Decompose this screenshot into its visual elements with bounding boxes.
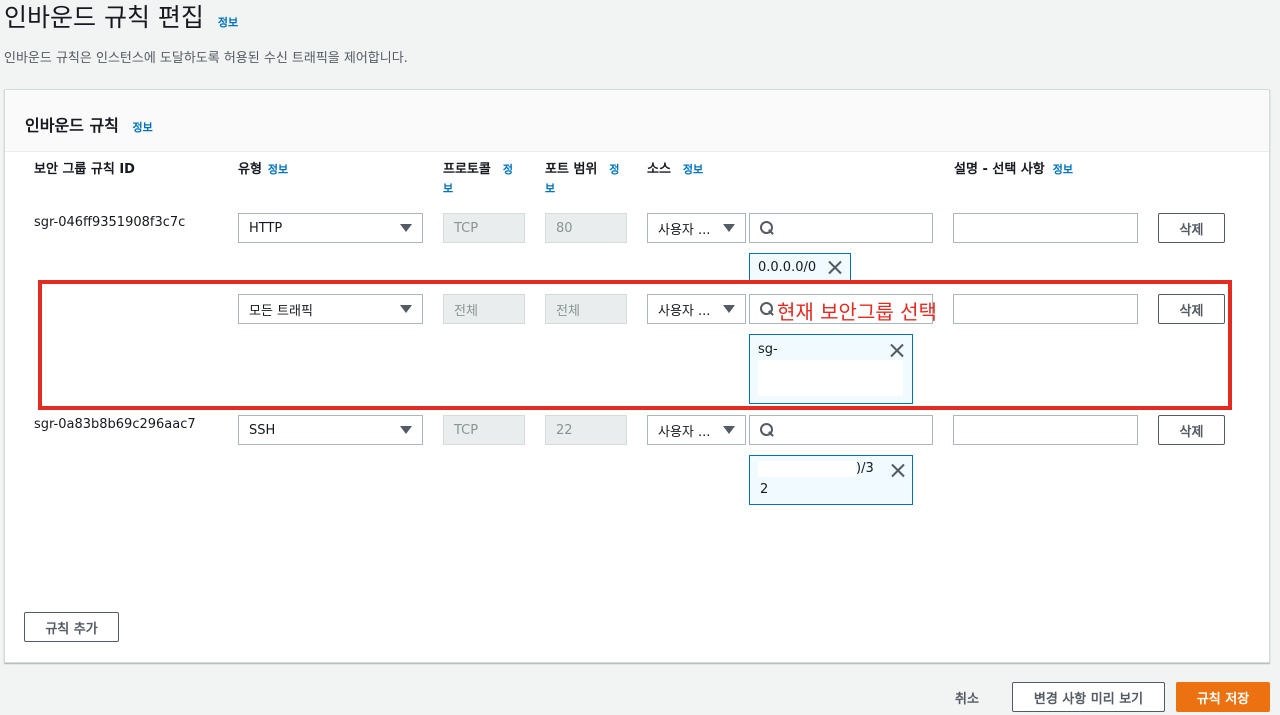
save-rules-button[interactable]: 규칙 저장	[1176, 682, 1270, 712]
column-port-label: 포트 범위	[545, 162, 598, 177]
delete-button[interactable]: 삭제	[1158, 415, 1225, 445]
preview-changes-button[interactable]: 변경 사항 미리 보기	[1012, 682, 1165, 712]
cancel-button[interactable]: 취소	[955, 688, 979, 707]
source-type-value: 사용자 ...	[658, 424, 711, 440]
type-select-value: SSH	[249, 422, 276, 438]
column-header-type: 유형 정보	[238, 158, 288, 177]
column-header-protocol: 프로토콜 정	[443, 158, 513, 177]
source-type-select[interactable]: 사용자 ...	[647, 415, 746, 445]
column-source-label: 소스	[647, 162, 671, 177]
close-icon[interactable]	[828, 260, 842, 274]
column-header-description: 설명 - 선택 사항 정보	[954, 158, 1073, 177]
annotation-text: 현재 보안그룹 선택	[777, 300, 937, 324]
source-search-input[interactable]	[749, 415, 933, 445]
protocol-field: TCP	[443, 213, 525, 243]
panel-info-link[interactable]: 정보	[132, 121, 152, 134]
panel-title: 인바운드 규칙 정보	[25, 112, 153, 136]
page-title-text: 인바운드 규칙 편집	[4, 3, 204, 32]
column-description-label: 설명 - 선택 사항	[954, 162, 1045, 177]
source-token-value-line2: 2	[760, 482, 769, 497]
description-info-link[interactable]: 정보	[1053, 163, 1073, 176]
port-range-field: 22	[545, 415, 627, 445]
port-info-link-top[interactable]: 정	[609, 163, 619, 176]
page-description: 인바운드 규칙은 인스턴스에 도달하도록 허용된 수신 트래픽을 제어합니다.	[4, 51, 408, 66]
type-select[interactable]: HTTP	[238, 213, 423, 243]
rule-id: sgr-0a83b8b69c296aac7	[34, 417, 196, 432]
add-rule-button[interactable]: 규칙 추가	[24, 612, 119, 642]
source-search-input[interactable]	[749, 213, 933, 243]
source-type-select[interactable]: 사용자 ...	[647, 213, 746, 243]
protocol-info-link-top[interactable]: 정	[503, 163, 513, 176]
caret-down-icon	[400, 426, 412, 434]
rule-id: sgr-046ff9351908f3c7c	[34, 215, 186, 230]
column-protocol-label: 프로토콜	[443, 162, 491, 177]
source-token-value: )/3	[856, 461, 874, 476]
close-icon[interactable]	[891, 463, 905, 477]
column-header-source: 소스 정보	[647, 158, 703, 177]
source-info-link[interactable]: 정보	[683, 163, 703, 176]
column-header-port-range: 포트 범위 정	[545, 158, 620, 177]
protocol-info-link-bottom[interactable]: 보	[443, 180, 453, 196]
panel-title-text: 인바운드 규칙	[25, 116, 119, 135]
annotation-highlight-box	[38, 280, 1232, 410]
description-input[interactable]	[953, 415, 1138, 445]
search-icon	[760, 422, 775, 438]
search-icon	[760, 220, 775, 236]
type-select-value: HTTP	[249, 220, 283, 236]
page-info-link[interactable]: 정보	[218, 16, 238, 29]
source-token: 0.0.0.0/0	[749, 253, 851, 282]
port-range-field: 80	[545, 213, 627, 243]
type-info-link[interactable]: 정보	[268, 163, 288, 176]
caret-down-icon	[723, 224, 735, 232]
caret-down-icon	[400, 224, 412, 232]
source-token-value: 0.0.0.0/0	[758, 260, 817, 275]
page-title: 인바운드 규칙 편집 정보	[4, 0, 238, 34]
type-select[interactable]: SSH	[238, 415, 423, 445]
panel-header	[5, 90, 1269, 152]
delete-button[interactable]: 삭제	[1158, 213, 1225, 243]
column-type-label: 유형	[238, 162, 262, 177]
description-input[interactable]	[953, 213, 1138, 243]
source-type-value: 사용자 ...	[658, 222, 711, 238]
caret-down-icon	[723, 426, 735, 434]
protocol-field: TCP	[443, 415, 525, 445]
redaction-mask	[758, 461, 856, 477]
port-info-link-bottom[interactable]: 보	[545, 180, 555, 196]
column-header-rule-id: 보안 그룹 규칙 ID	[34, 162, 135, 177]
